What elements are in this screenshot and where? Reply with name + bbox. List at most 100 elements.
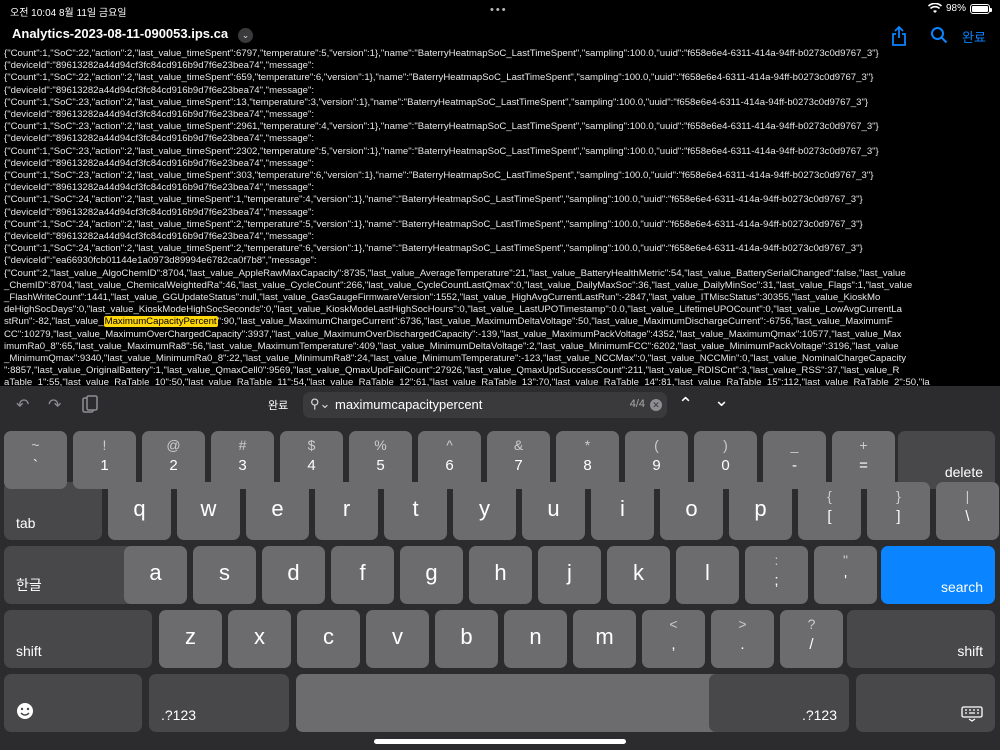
key-=[interactable]: + = xyxy=(832,431,895,489)
key-u[interactable]: u xyxy=(522,482,585,540)
key-e[interactable]: e xyxy=(246,482,309,540)
key-f[interactable]: f xyxy=(331,546,394,604)
key-label: m xyxy=(595,624,614,649)
key--[interactable]: _ - xyxy=(763,431,826,489)
key-label: f xyxy=(359,560,366,585)
key-n[interactable]: n xyxy=(504,610,567,668)
key-7[interactable]: & 7 xyxy=(487,431,550,489)
key-/[interactable]: ? / xyxy=(780,610,843,668)
status-time-date: 오전 10:04 8월 11일 금요일 xyxy=(10,8,127,19)
key-i[interactable]: i xyxy=(591,482,654,540)
key-r[interactable]: r xyxy=(315,482,378,540)
key-label: b xyxy=(460,624,473,649)
key-shift-symbol: } xyxy=(896,488,901,504)
key-a[interactable]: a xyxy=(124,546,187,604)
search-key[interactable]: search xyxy=(881,546,995,604)
log-line: {"Count":1,"SoC":22,"action":2,"last_val… xyxy=(4,48,879,59)
shift-right-label: shift xyxy=(957,643,983,659)
key-k[interactable]: k xyxy=(607,546,670,604)
space-bar[interactable] xyxy=(296,674,780,732)
key-.[interactable]: >. xyxy=(711,610,774,668)
status-bar: 오전 10:04 8월 11일 금요일 ••• 98% xyxy=(0,0,1000,22)
undo-icon[interactable]: ↶ xyxy=(16,395,29,415)
key-o[interactable]: o xyxy=(660,482,723,540)
log-line: _MinimumQmax":9340,"last_value_MinimumRa… xyxy=(4,353,907,365)
key-\[interactable]: | \ xyxy=(936,482,999,540)
key-6[interactable]: ^ 6 xyxy=(418,431,481,489)
key-shift-symbol: { xyxy=(827,488,832,504)
key-d[interactable]: d xyxy=(262,546,325,604)
key-c[interactable]: c xyxy=(297,610,360,668)
numbers-right-key[interactable]: .?123 xyxy=(709,674,849,732)
chevron-down-icon[interactable]: ⌄ xyxy=(238,28,253,43)
home-indicator[interactable] xyxy=(374,739,626,744)
key-[[interactable]: {[ xyxy=(798,482,861,540)
shift-right-key[interactable]: shift xyxy=(847,610,995,668)
previous-match-icon[interactable]: ⌃ xyxy=(678,394,693,415)
key-4[interactable]: $4 xyxy=(280,431,343,489)
key-;[interactable]: :; xyxy=(745,546,808,604)
key-j[interactable]: j xyxy=(538,546,601,604)
key-symbol: 6 xyxy=(445,457,454,474)
key-m[interactable]: m xyxy=(573,610,636,668)
key-l[interactable]: l xyxy=(676,546,739,604)
redo-icon[interactable]: ↷ xyxy=(48,395,61,415)
key-'[interactable]: " ' xyxy=(814,546,877,604)
find-query-text[interactable]: maximumcapacitypercent xyxy=(335,397,482,412)
key-2[interactable]: @2 xyxy=(142,431,205,489)
key-symbol: ; xyxy=(774,572,779,589)
key-q[interactable]: q xyxy=(108,482,171,540)
magnifier-options-icon[interactable]: ⚲⌄ xyxy=(310,396,330,412)
key-shift-symbol: ^ xyxy=(446,437,453,453)
done-button[interactable]: 완료 xyxy=(962,27,986,46)
key-s[interactable]: s xyxy=(193,546,256,604)
key-symbol: \ xyxy=(965,508,970,525)
shift-left-key[interactable]: shift xyxy=(4,610,152,668)
multitasking-dots-icon[interactable]: ••• xyxy=(490,4,508,16)
log-line: {"deviceId":"89613282a44d94cf3fc84cd916b… xyxy=(4,182,315,194)
key-y[interactable]: y xyxy=(453,482,516,540)
log-line: ":8857,"last_value_OriginalBattery":1,"l… xyxy=(4,365,900,377)
key-h[interactable]: h xyxy=(469,546,532,604)
key-,[interactable]: <, xyxy=(642,610,705,668)
key-9[interactable]: (9 xyxy=(625,431,688,489)
dismiss-keyboard-key[interactable] xyxy=(856,674,995,732)
key-b[interactable]: b xyxy=(435,610,498,668)
key-symbol: [ xyxy=(827,508,832,525)
log-line: {"Count":1,"SoC":22,"action":2,"last_val… xyxy=(4,72,874,84)
find-done-button[interactable]: 완료 xyxy=(268,397,288,413)
key-p[interactable]: p xyxy=(729,482,792,540)
key-g[interactable]: g xyxy=(400,546,463,604)
delete-key[interactable]: delete xyxy=(898,431,995,489)
key-1[interactable]: ! 1 xyxy=(73,431,136,489)
key-t[interactable]: t xyxy=(384,482,447,540)
key-x[interactable]: x xyxy=(228,610,291,668)
key-shift-symbol: # xyxy=(238,437,247,453)
key-label: h xyxy=(494,560,507,585)
log-content[interactable]: {"Count":1,"SoC":22,"action":2,"last_val… xyxy=(0,48,1000,386)
paste-icon[interactable] xyxy=(82,395,98,414)
log-line: {"Count":1,"SoC":23,"action":2,"last_val… xyxy=(4,96,869,108)
key-3[interactable]: #3 xyxy=(211,431,274,489)
numbers-left-key[interactable]: .?123 xyxy=(149,674,289,732)
key-shift-symbol: > xyxy=(738,616,747,632)
document-title[interactable]: Analytics-2023-08-11-090053.ips.ca xyxy=(12,26,228,41)
find-search-field[interactable]: ⚲⌄ maximumcapacitypercent 4/4 ✕ xyxy=(303,392,667,418)
emoji-key[interactable] xyxy=(4,674,142,732)
next-match-icon[interactable]: ⌄ xyxy=(714,390,729,411)
language-key[interactable]: 한글 xyxy=(4,546,137,604)
keyboard-dismiss-icon xyxy=(961,706,983,722)
key-0[interactable]: ) 0 xyxy=(694,431,757,489)
key-][interactable]: }] xyxy=(867,482,930,540)
key-z[interactable]: z xyxy=(159,610,222,668)
key-`[interactable]: ~ ` xyxy=(4,431,67,489)
key-5[interactable]: % 5 xyxy=(349,431,412,489)
key-8[interactable]: * 8 xyxy=(556,431,619,489)
key-w[interactable]: w xyxy=(177,482,240,540)
clear-icon[interactable]: ✕ xyxy=(650,399,662,411)
tab-key[interactable]: tab xyxy=(4,482,102,540)
share-icon[interactable] xyxy=(890,26,908,46)
key-v[interactable]: v xyxy=(366,610,429,668)
search-icon[interactable] xyxy=(930,26,948,44)
key-shift-symbol: ) xyxy=(723,437,728,453)
